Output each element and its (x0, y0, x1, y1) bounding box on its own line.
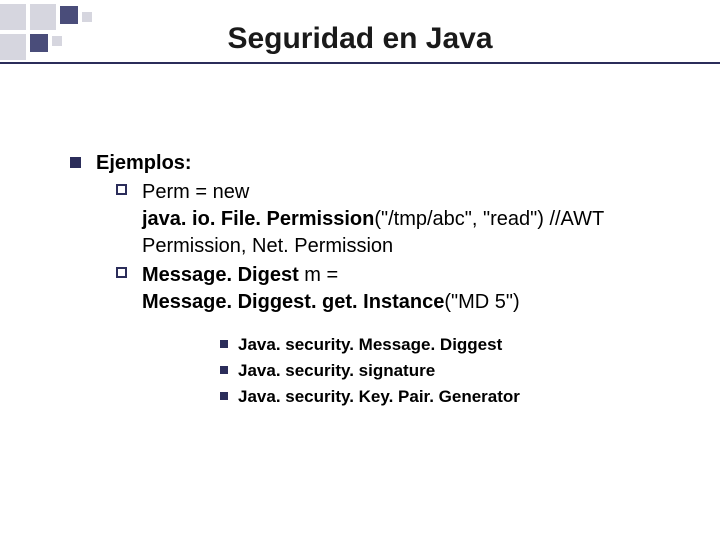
bullet-level3: Java. security. Key. Pair. Generator (220, 386, 680, 409)
l2a-line2: java. io. File. Permission("/tmp/abc", "… (142, 208, 604, 230)
l2b-line2: Message. Diggest. get. Instance("MD 5") (142, 291, 520, 313)
bullet-level2: Message. Digest m = Message. Diggest. ge… (116, 262, 680, 316)
level3-group: Java. security. Message. Diggest Java. s… (220, 334, 680, 409)
square-filled-icon (70, 157, 81, 168)
title-rule (0, 62, 720, 64)
square-outline-icon (116, 267, 127, 278)
slide-title: Seguridad en Java (0, 22, 720, 56)
bullet-level3: Java. security. signature (220, 360, 680, 383)
square-small-icon (220, 340, 228, 348)
square-small-icon (220, 392, 228, 400)
l3-item: Java. security. Key. Pair. Generator (238, 387, 520, 406)
l3-item: Java. security. signature (238, 361, 435, 380)
l1-heading: Ejemplos: (96, 152, 192, 174)
l2b-line1: Message. Digest m = (142, 264, 338, 286)
square-small-icon (220, 366, 228, 374)
slide: Seguridad en Java Ejemplos: Perm = new j… (0, 0, 720, 540)
l3-item: Java. security. Message. Diggest (238, 335, 502, 354)
bullet-level2: Perm = new java. io. File. Permission("/… (116, 179, 680, 260)
l2a-line3: Permission, Net. Permission (142, 235, 393, 257)
bullet-level3: Java. security. Message. Diggest (220, 334, 680, 357)
content-area: Ejemplos: Perm = new java. io. File. Per… (70, 150, 680, 412)
l2a-line1: Perm = new (142, 181, 249, 203)
bullet-level1: Ejemplos: Perm = new java. io. File. Per… (70, 150, 680, 316)
square-outline-icon (116, 184, 127, 195)
